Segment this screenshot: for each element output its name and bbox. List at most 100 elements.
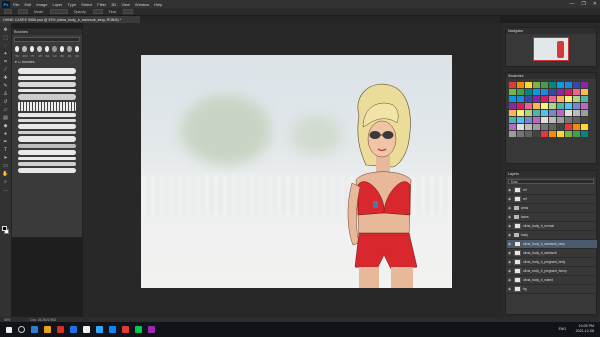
color-swatch[interactable] bbox=[533, 89, 540, 95]
opacity-field[interactable] bbox=[92, 9, 103, 14]
color-swatch[interactable] bbox=[581, 96, 588, 102]
swatches-title[interactable]: Swatches bbox=[506, 73, 596, 79]
brush-stroke-preview[interactable] bbox=[18, 168, 76, 173]
lasso-tool-icon[interactable]: ◌ bbox=[3, 43, 9, 49]
color-swatch[interactable] bbox=[565, 96, 572, 102]
language-indicator[interactable]: ENG bbox=[559, 327, 566, 331]
color-swatch[interactable] bbox=[525, 124, 532, 130]
color-swatch[interactable] bbox=[525, 131, 532, 137]
taskbar-app-icon[interactable] bbox=[135, 326, 142, 333]
color-swatch[interactable] bbox=[509, 82, 516, 88]
eye-icon[interactable]: ◉ bbox=[507, 233, 512, 237]
color-swatch[interactable] bbox=[565, 103, 572, 109]
color-swatch[interactable] bbox=[533, 82, 540, 88]
menu-type[interactable]: Type bbox=[68, 2, 77, 7]
clock-date[interactable]: 2021-12-08 bbox=[576, 329, 594, 334]
color-swatch[interactable] bbox=[549, 103, 556, 109]
color-swatch[interactable] bbox=[541, 110, 548, 116]
color-swatch[interactable] bbox=[573, 110, 580, 116]
color-swatch[interactable] bbox=[509, 89, 516, 95]
color-swatch[interactable] bbox=[565, 117, 572, 123]
color-swatch[interactable] bbox=[533, 103, 540, 109]
brush-stroke-preview[interactable] bbox=[18, 124, 76, 129]
color-swatch[interactable] bbox=[565, 110, 572, 116]
color-swatch[interactable] bbox=[573, 89, 580, 95]
hand-tool-icon[interactable]: ✋ bbox=[2, 171, 8, 177]
color-swatch[interactable] bbox=[557, 124, 564, 130]
color-swatch[interactable] bbox=[533, 117, 540, 123]
color-swatch[interactable] bbox=[509, 103, 516, 109]
document-canvas[interactable] bbox=[141, 55, 452, 288]
taskbar-app-icon[interactable] bbox=[122, 326, 129, 333]
eye-icon[interactable]: ◉ bbox=[507, 278, 512, 282]
eye-icon[interactable]: ◉ bbox=[507, 188, 512, 192]
menu-window[interactable]: Window bbox=[135, 2, 149, 7]
layer-filter-input[interactable]: Kind bbox=[508, 179, 594, 184]
magic-wand-tool-icon[interactable]: ✦ bbox=[3, 51, 9, 57]
minimize-icon[interactable]: — bbox=[569, 1, 574, 7]
color-swatch[interactable] bbox=[557, 117, 564, 123]
color-swatch[interactable] bbox=[541, 103, 548, 109]
flow-field[interactable] bbox=[122, 9, 133, 14]
brush-folder[interactable]: ▾ ▭ brushes bbox=[12, 58, 82, 66]
color-swatch[interactable] bbox=[541, 96, 548, 102]
brush-preset[interactable] bbox=[37, 46, 42, 52]
foreground-color-swatch[interactable] bbox=[2, 226, 7, 231]
color-swatch[interactable] bbox=[517, 117, 524, 123]
color-swatch[interactable] bbox=[573, 96, 580, 102]
color-swatch[interactable] bbox=[557, 96, 564, 102]
color-swatch[interactable] bbox=[549, 110, 556, 116]
color-swatch[interactable] bbox=[541, 124, 548, 130]
color-swatch[interactable] bbox=[517, 96, 524, 102]
history-brush-tool-icon[interactable]: ↺ bbox=[3, 99, 9, 105]
color-swatch[interactable] bbox=[541, 89, 548, 95]
color-swatch[interactable] bbox=[541, 82, 548, 88]
brush-stroke-preview[interactable] bbox=[18, 157, 76, 160]
menu-help[interactable]: Help bbox=[154, 2, 162, 7]
eye-icon[interactable]: ◉ bbox=[507, 269, 512, 273]
color-swatch[interactable] bbox=[573, 82, 580, 88]
color-swatch[interactable] bbox=[581, 131, 588, 137]
brush-preset[interactable] bbox=[67, 46, 72, 52]
brush-stroke-preview[interactable] bbox=[18, 162, 76, 166]
color-swatch[interactable] bbox=[581, 89, 588, 95]
brush-tool-icon[interactable]: ✎ bbox=[3, 83, 9, 89]
layer-row[interactable]: ◉ ref bbox=[507, 186, 597, 195]
brush-preset[interactable] bbox=[15, 46, 20, 52]
type-tool-icon[interactable]: T bbox=[3, 147, 9, 153]
eyedropper-tool-icon[interactable]: ⁄ bbox=[3, 67, 9, 73]
eye-icon[interactable]: ◉ bbox=[507, 224, 512, 228]
layer-row[interactable]: ◉ olivia_body_b_normal bbox=[507, 222, 597, 231]
close-icon[interactable]: ✕ bbox=[593, 1, 597, 7]
tool-preset-picker[interactable] bbox=[4, 9, 12, 14]
color-swatch[interactable] bbox=[509, 117, 516, 123]
brush-stroke-preview[interactable] bbox=[18, 82, 76, 87]
brush-preset[interactable] bbox=[44, 46, 50, 52]
healing-brush-tool-icon[interactable]: ✚ bbox=[3, 75, 9, 81]
menu-image[interactable]: Image bbox=[36, 2, 47, 7]
color-swatch[interactable] bbox=[525, 89, 532, 95]
layer-row[interactable]: ◉ faces bbox=[507, 213, 597, 222]
brush-preset[interactable] bbox=[59, 46, 65, 52]
color-swatch[interactable] bbox=[581, 110, 588, 116]
color-swatch[interactable] bbox=[517, 124, 524, 130]
color-swatch[interactable] bbox=[509, 96, 516, 102]
color-swatch[interactable] bbox=[525, 103, 532, 109]
eye-icon[interactable]: ◉ bbox=[507, 260, 512, 264]
move-tool-icon[interactable]: ✥ bbox=[3, 27, 9, 33]
taskbar-app-icon[interactable] bbox=[83, 326, 90, 333]
color-swatch[interactable] bbox=[549, 131, 556, 137]
brush-preset[interactable] bbox=[74, 46, 79, 52]
brush-stroke-preview[interactable] bbox=[18, 150, 76, 155]
color-swatch[interactable] bbox=[573, 117, 580, 123]
clone-stamp-tool-icon[interactable]: ♙ bbox=[3, 91, 9, 97]
menu-filter[interactable]: Filter bbox=[97, 2, 106, 7]
layer-row[interactable]: ◉ olivia_body_b_swimsuit_sexy bbox=[507, 240, 597, 249]
layers-title[interactable]: Layers bbox=[506, 171, 596, 177]
layer-row[interactable]: ◉ olivia_body_b_naked bbox=[507, 276, 597, 285]
color-swatch[interactable] bbox=[549, 124, 556, 130]
eye-icon[interactable]: ◉ bbox=[507, 197, 512, 201]
windows-start-icon[interactable] bbox=[6, 326, 12, 333]
color-swatch[interactable] bbox=[509, 124, 516, 130]
color-swatch[interactable] bbox=[525, 117, 532, 123]
